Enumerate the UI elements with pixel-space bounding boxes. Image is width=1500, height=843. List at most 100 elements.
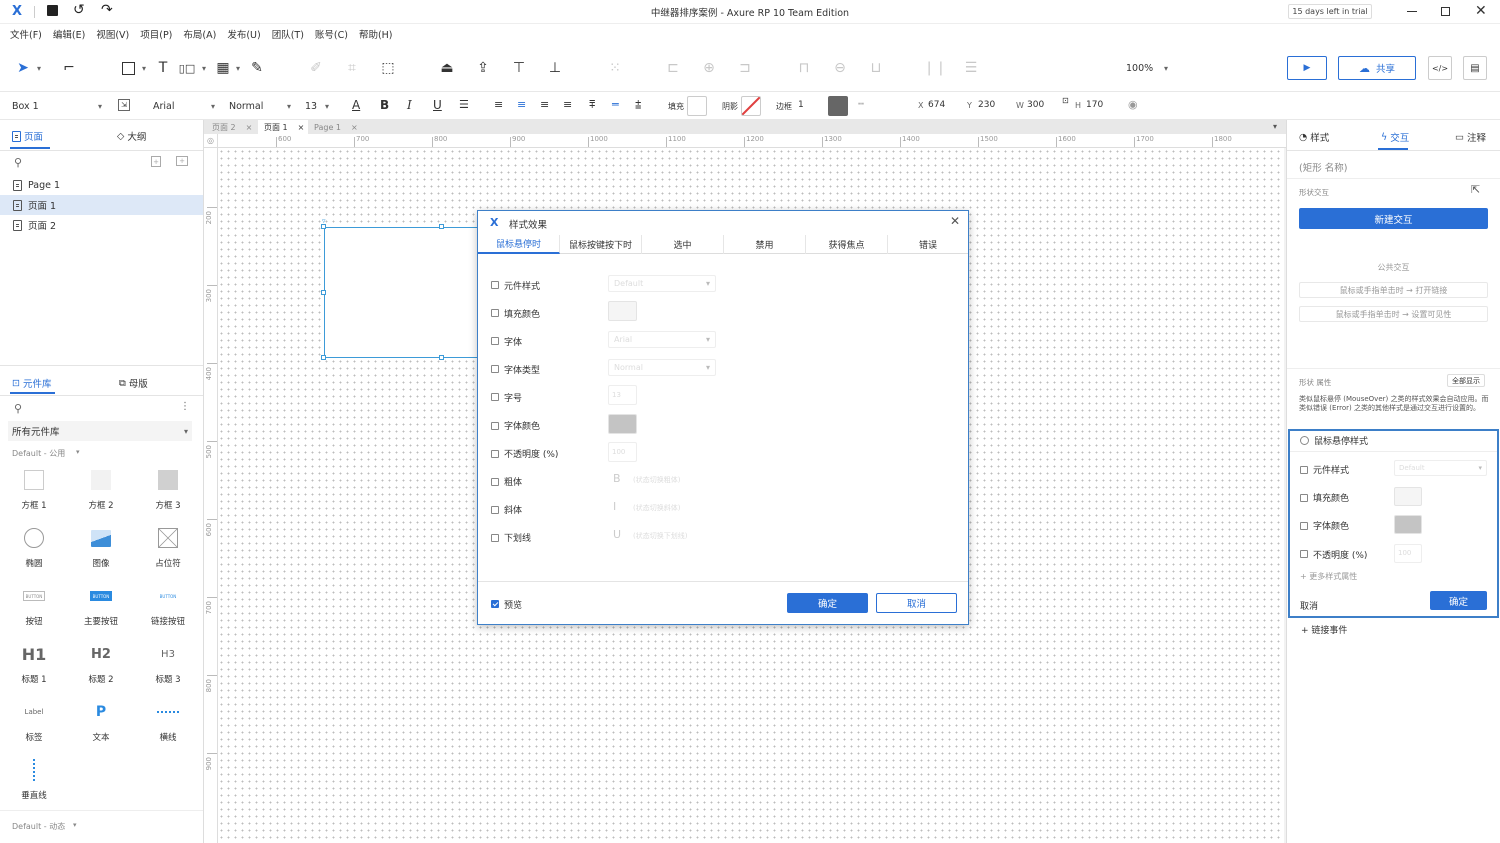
undo-icon[interactable]: ↺ — [73, 2, 85, 18]
tab-pages[interactable]: 页面 — [12, 129, 43, 143]
valign-middle-icon[interactable]: ═ — [612, 98, 619, 111]
widget-ellipse[interactable]: 椭圆 — [4, 523, 64, 581]
widget-text[interactable]: P 文本 — [71, 697, 131, 755]
popout-icon[interactable]: ⇱ — [1471, 183, 1480, 196]
resize-handle[interactable] — [321, 355, 326, 360]
widget-vline[interactable]: 垂直线 — [4, 755, 64, 813]
style-row[interactable]: 字体 — [491, 334, 522, 348]
preview-button[interactable]: ▶ — [1287, 56, 1327, 80]
doc-tab-active[interactable]: 页面 1 × — [258, 120, 308, 134]
page-item-page1[interactable]: Page 1 — [0, 175, 203, 195]
hover-ok-button[interactable]: 确定 — [1430, 591, 1487, 610]
border-color-swatch[interactable] — [828, 96, 848, 116]
menu-item[interactable]: 发布(U) — [227, 27, 260, 41]
add-folder-icon[interactable]: + — [176, 156, 188, 166]
menu-item[interactable]: 视图(V) — [96, 27, 129, 41]
dialog-tab[interactable]: 获得焦点 — [806, 235, 888, 254]
rotate-handle[interactable]: ▿ — [322, 217, 326, 225]
tab-masters[interactable]: ⧉ 母版 — [119, 376, 148, 391]
send-back-icon[interactable]: ⇪ — [472, 57, 494, 79]
bold-icon[interactable]: B — [380, 98, 389, 112]
new-interaction-button[interactable]: 新建交互 — [1299, 208, 1488, 229]
hover-cancel-button[interactable]: 取消 — [1300, 599, 1318, 612]
font-family-select[interactable]: Arial ▾ — [149, 96, 219, 116]
close-tab-icon[interactable]: × — [298, 123, 305, 132]
share-button[interactable]: ☁ 共享 — [1338, 56, 1416, 80]
tab-interactions[interactable]: ϟ 交互 — [1381, 130, 1409, 145]
widget-label[interactable]: Label 标签 — [4, 697, 64, 755]
connector-tool-icon[interactable]: ⌐ — [58, 57, 80, 79]
hover-style-row[interactable]: 元件样式 — [1300, 463, 1349, 476]
code-icon[interactable]: </> — [1428, 56, 1452, 80]
font-size-select[interactable]: 13 ▾ — [301, 96, 333, 116]
text-justify-icon[interactable]: ≡ — [563, 98, 572, 111]
widget-h3[interactable]: H3 标题 3 — [138, 639, 198, 697]
border-style-icon[interactable]: ┅ — [858, 99, 864, 110]
resize-handle[interactable] — [439, 355, 444, 360]
more-styles-link[interactable]: + 更多样式属性 — [1300, 571, 1357, 582]
ungroup-icon[interactable]: ⊥ — [544, 57, 566, 79]
dialog-tab[interactable]: 禁用 — [724, 235, 806, 254]
add-page-icon[interactable]: + — [151, 156, 161, 167]
menu-item[interactable]: 布局(A) — [183, 27, 216, 41]
text-align-right-icon[interactable]: ≡ — [540, 98, 549, 111]
menu-item[interactable]: 账号(C) — [315, 27, 348, 41]
widget-hline[interactable]: 横线 — [138, 697, 198, 755]
style-row[interactable]: 不透明度 (%) — [491, 447, 558, 461]
save-icon[interactable] — [47, 5, 58, 16]
maximize-icon[interactable] — [1441, 7, 1450, 16]
tabs-dropdown-icon[interactable]: ▾ — [1273, 122, 1277, 131]
dialog-tab[interactable]: 选中 — [642, 235, 724, 254]
widget-box3[interactable]: 方框 3 — [138, 465, 198, 523]
tab-style[interactable]: ◔ 样式 — [1299, 130, 1329, 145]
fill-color-swatch[interactable] — [687, 96, 707, 116]
rectangle-tool-icon[interactable] — [117, 57, 139, 79]
widget-h1[interactable]: H1 标题 1 — [4, 639, 64, 697]
w-field[interactable]: 300 — [1027, 100, 1044, 110]
font-color-icon[interactable]: A — [352, 98, 360, 112]
style-row[interactable]: 元件样式 — [491, 278, 540, 292]
select-tool-icon[interactable]: ➤ — [12, 57, 34, 79]
menu-item[interactable]: 团队(T) — [272, 27, 304, 41]
text-tool-icon[interactable]: T — [152, 57, 174, 79]
resize-handle[interactable] — [439, 224, 444, 229]
widget-link-button[interactable]: BUTTON 链接按钮 — [138, 581, 198, 639]
menu-item[interactable]: 项目(P) — [140, 27, 172, 41]
menu-item[interactable]: 编辑(E) — [53, 27, 85, 41]
x-field[interactable]: 674 — [928, 100, 945, 110]
bullet-list-icon[interactable]: ☰ — [459, 98, 469, 111]
hover-style-row[interactable]: 不透明度 (%) — [1300, 548, 1367, 561]
style-row[interactable]: 字号 — [491, 390, 522, 404]
more-options-icon[interactable]: ⋮ — [180, 401, 190, 412]
minimize-icon[interactable] — [1407, 11, 1417, 12]
style-row[interactable]: 斜体 — [491, 503, 522, 517]
page-item-selected[interactable]: 页面 1 — [0, 195, 203, 215]
dialog-close-icon[interactable]: ✕ — [950, 214, 960, 228]
search-icon[interactable]: ⚲ — [14, 156, 22, 169]
widget-primary-button[interactable]: BUTTON 主要按钮 — [71, 581, 131, 639]
zoom-select[interactable]: 100% ▾ — [1122, 58, 1172, 78]
doc-tab[interactable]: Page 1 × — [308, 120, 360, 134]
dialog-tab[interactable]: 鼠标悬停时 — [478, 235, 560, 254]
layout-tool-icon[interactable]: ▯□ — [176, 57, 198, 79]
doc-tab[interactable]: 页面 2 × — [206, 120, 258, 134]
y-field[interactable]: 230 — [978, 100, 995, 110]
resize-handle[interactable] — [321, 290, 326, 295]
tab-outline[interactable]: ◇ 大纲 — [117, 129, 146, 144]
hover-style-row[interactable]: 填充颜色 — [1300, 491, 1349, 504]
common-interaction-item[interactable]: 鼠标或手指单击时 → 打开链接 — [1299, 282, 1488, 298]
visibility-icon[interactable]: ◉ — [1128, 98, 1138, 111]
style-row[interactable]: 粗体 — [491, 475, 522, 489]
hover-style-header[interactable]: 鼠标悬停样式 — [1300, 434, 1368, 447]
underline-icon[interactable]: U — [433, 98, 442, 112]
preview-checkbox[interactable]: 预览 — [491, 597, 522, 611]
transform-icon[interactable]: ⬚ — [377, 57, 399, 79]
hover-style-row[interactable]: 字体颜色 — [1300, 519, 1349, 532]
border-width-value[interactable]: 1 — [798, 100, 804, 110]
style-row[interactable]: 下划线 — [491, 531, 531, 545]
lock-ratio-icon[interactable]: ⊡ — [1062, 96, 1069, 105]
font-style-select[interactable]: Normal ▾ — [225, 96, 295, 116]
h-field[interactable]: 170 — [1086, 100, 1103, 110]
style-row[interactable]: 填充颜色 — [491, 306, 540, 320]
bring-front-icon[interactable]: ⏏ — [436, 57, 458, 79]
